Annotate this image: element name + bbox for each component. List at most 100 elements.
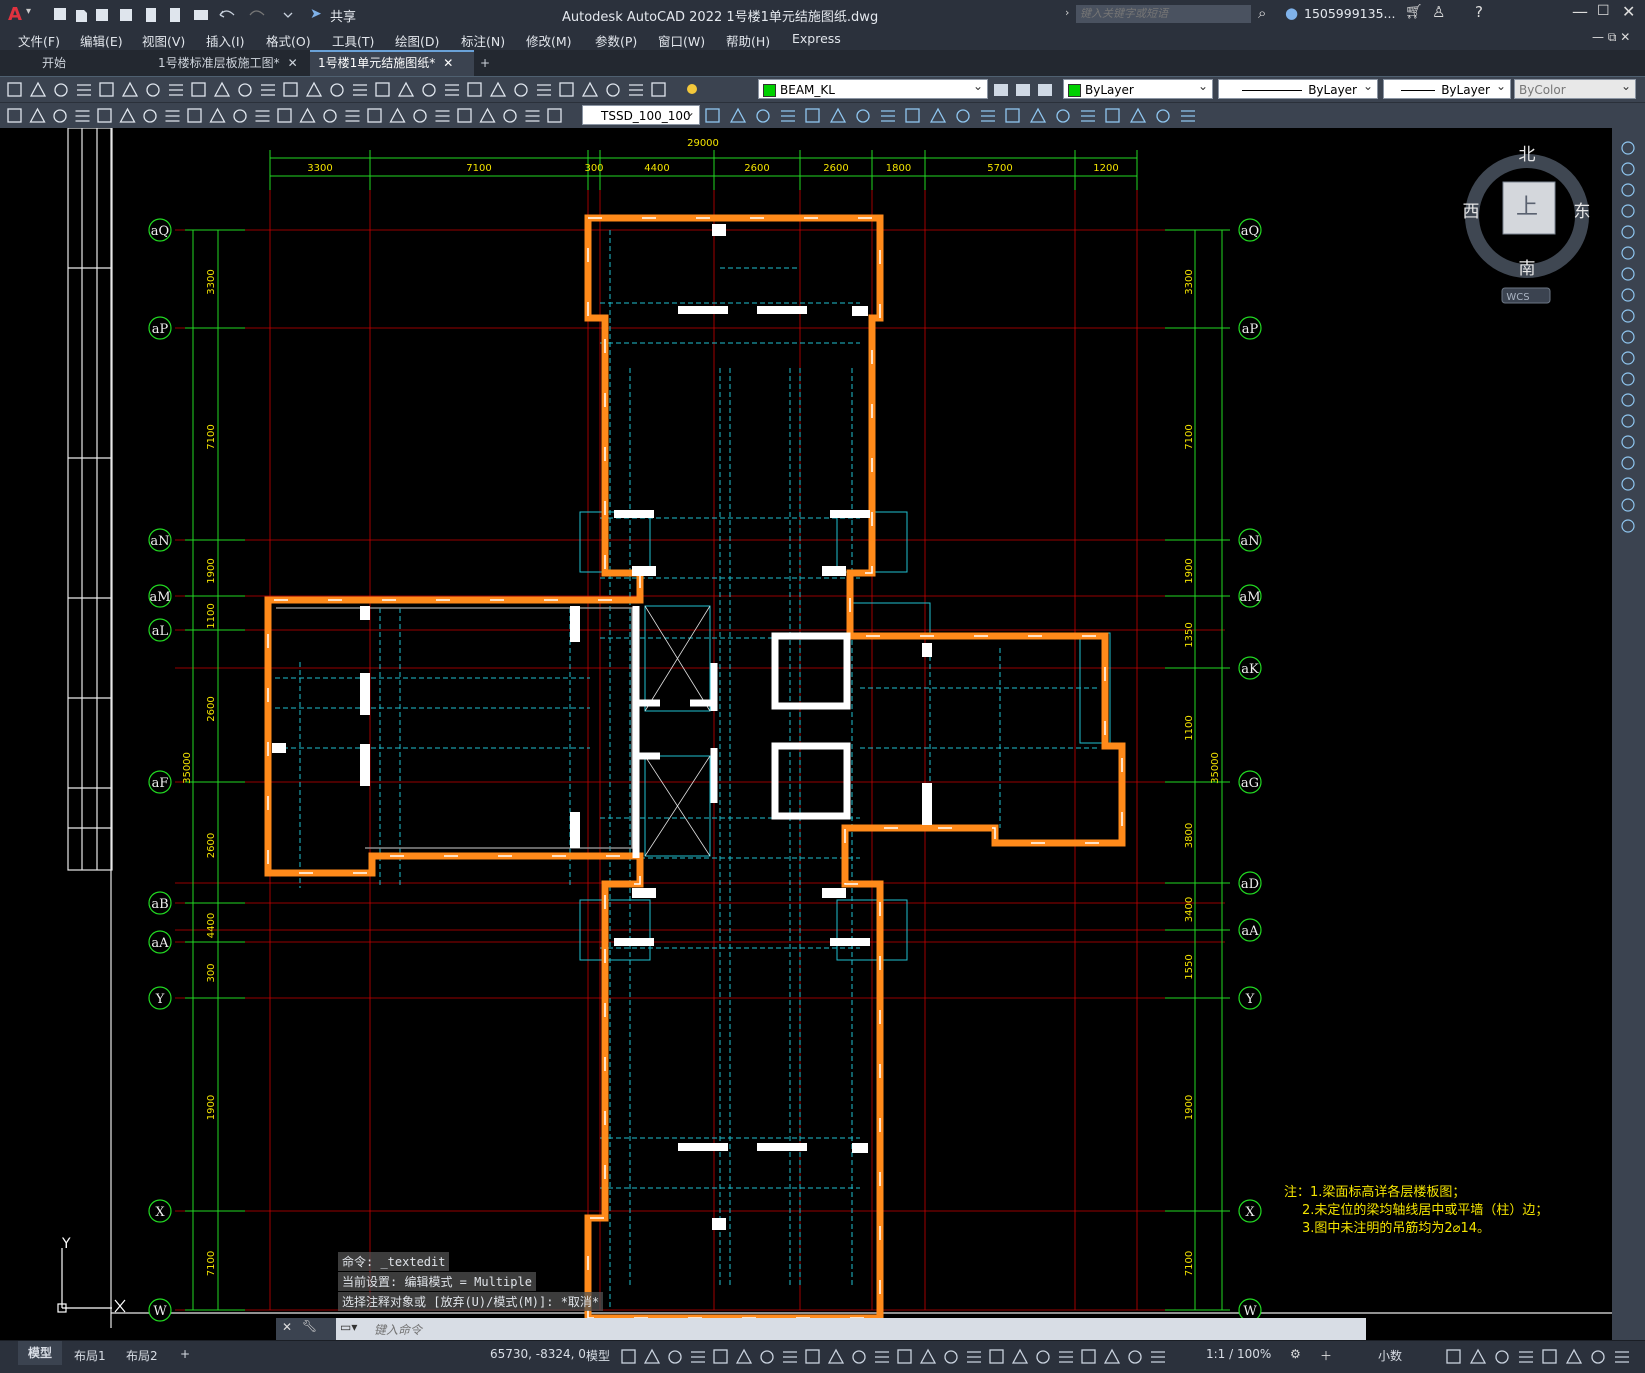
menu-edit[interactable]: 编辑(E)	[80, 31, 123, 50]
viewcube-north[interactable]: 北	[1519, 145, 1536, 165]
cart-icon[interactable]: 🛒︎	[1405, 4, 1423, 20]
annotation-scale[interactable]: 1:1 / 100%	[1206, 1347, 1271, 1361]
viewcube-top-face[interactable]: 上	[1516, 195, 1538, 220]
doc-minimize-icon[interactable]: — ⧉ ✕	[1592, 30, 1630, 45]
model-space-toggle[interactable]: 模型	[586, 1347, 610, 1364]
quick-access-toolbar[interactable]	[50, 6, 300, 24]
command-history-line: 选择注释对象或 [放弃(U)/模式(M)]: *取消*	[338, 1292, 604, 1311]
close-icon[interactable]: ✕	[1622, 2, 1635, 21]
color-swatch	[1068, 84, 1081, 97]
axis-label-left: aQ	[151, 224, 169, 239]
status-tools-icons[interactable]	[1445, 1347, 1645, 1367]
command-close-icon[interactable]: ✕	[282, 1320, 292, 1334]
app-menu-chevron-icon[interactable]: ▾	[26, 6, 31, 17]
maximize-icon[interactable]: ☐	[1597, 3, 1610, 19]
menu-modify[interactable]: 修改(M)	[526, 31, 572, 50]
axis-label-left: aF	[152, 776, 169, 791]
user-account-button[interactable]: 1505999135...	[1304, 6, 1395, 21]
dim-label-left: 300	[206, 963, 217, 982]
command-customize-icon[interactable]: 🔧︎	[302, 1319, 317, 1333]
menu-dimension[interactable]: 标注(N)	[461, 31, 505, 50]
help-search-input[interactable]	[1076, 5, 1251, 23]
drawing-canvas[interactable]: aQ aP aN aM aL aF aB aA Y X WaQ aP aN aM aK aG aD aA Y X W 2…	[0, 128, 1612, 1340]
menu-tools[interactable]: 工具(T)	[332, 31, 374, 50]
dim-label-left: 1900	[206, 1095, 217, 1120]
menu-parametric[interactable]: 参数(P)	[595, 31, 637, 50]
layer-dropdown[interactable]: BEAM_KL	[758, 76, 988, 99]
search-chevron-icon[interactable]: ›	[1065, 6, 1069, 19]
dimstyle-dropdown[interactable]: TSSD_100_100	[582, 102, 700, 125]
menu-help[interactable]: 帮助(H)	[726, 31, 770, 50]
settings-gear-icon[interactable]: ⚙	[1290, 1347, 1301, 1361]
dim-label-right: 1900	[1184, 1095, 1195, 1120]
menu-file[interactable]: 文件(F)	[18, 31, 60, 50]
layout-tab-1[interactable]: 布局1	[74, 1347, 106, 1364]
wcs-label[interactable]: WCS	[1506, 292, 1529, 303]
menu-view[interactable]: 视图(V)	[142, 31, 185, 50]
tab-drawing-1[interactable]: 1号楼标准层板施工图* ✕	[150, 52, 314, 74]
autodesk-app-icon[interactable]: ♙	[1432, 3, 1445, 21]
new-tab-icon[interactable]: +	[472, 52, 498, 74]
menu-window[interactable]: 窗口(W)	[658, 31, 705, 50]
standard-toolbar: BEAM_KL ByLayer ByLayer ByLayer ByColor	[0, 76, 1645, 103]
color-dropdown[interactable]: ByLayer	[1063, 76, 1213, 99]
axis-label-left: aN	[150, 534, 169, 549]
drafting-aids-icons[interactable]	[620, 1347, 1180, 1367]
dim-label-left: 2600	[206, 696, 217, 721]
tab-close-icon[interactable]: ✕	[288, 56, 298, 70]
ucs-icon	[57, 1248, 126, 1313]
dimension-toolbar-icons[interactable]	[6, 106, 581, 126]
axis-label-right: Y	[1245, 992, 1255, 1007]
lineweight-dropdown-value: ByLayer	[1441, 83, 1490, 97]
help-icon[interactable]: ?	[1475, 3, 1483, 21]
menu-format[interactable]: 格式(O)	[266, 31, 311, 50]
menu-insert[interactable]: 插入(I)	[206, 31, 244, 50]
minimize-icon[interactable]: —	[1572, 2, 1588, 21]
coordinates-readout[interactable]: 65730, -8324, 0	[490, 1347, 586, 1361]
lineweight-dropdown[interactable]: ByLayer	[1383, 76, 1511, 99]
menu-draw[interactable]: 绘图(D)	[395, 31, 439, 50]
dim-label-right: 1900	[1184, 558, 1195, 583]
layout-tab-2[interactable]: 布局2	[126, 1347, 158, 1364]
plus-icon[interactable]: ＋	[1320, 1347, 1332, 1364]
user-icon: ●	[1285, 4, 1299, 22]
document-tabs: 开始 1号楼标准层板施工图* ✕ 1号楼1单元结施图纸* ✕ +	[0, 50, 1645, 77]
axis-label-right: aA	[1241, 924, 1259, 939]
add-layout-icon[interactable]: +	[180, 1347, 190, 1361]
dim-label-right: 3300	[1184, 269, 1195, 294]
modify-toolbar-icons[interactable]	[704, 106, 1224, 126]
tab-close-icon[interactable]: ✕	[443, 56, 453, 70]
axis-label-left: aM	[149, 590, 170, 605]
viewcube-east[interactable]: 东	[1574, 202, 1591, 222]
note-line-3: 3.图中未注明的吊筋均为2⌀14。	[1302, 1220, 1490, 1236]
standard-toolbar-icons[interactable]	[6, 80, 686, 100]
dim-label-right: 1550	[1184, 954, 1195, 979]
linetype-dropdown[interactable]: ByLayer	[1218, 76, 1378, 99]
viewcube-west[interactable]: 西	[1463, 202, 1480, 222]
tab-start[interactable]: 开始	[26, 52, 150, 74]
dim-label-left: 1900	[206, 558, 217, 583]
search-icon[interactable]: ⌕	[1258, 4, 1266, 22]
tab-label: 开始	[42, 56, 67, 70]
axis-label-right: X	[1245, 1205, 1255, 1220]
modify-tools-icons[interactable]	[1612, 136, 1645, 536]
plotstyle-dropdown[interactable]: ByColor	[1514, 76, 1636, 99]
structural-plan-drawing[interactable]: aQ aP aN aM aL aF aB aA Y X WaQ aP aN aM aK aG aD aA Y X W 2…	[0, 128, 1612, 1340]
command-history-line: 当前设置: 编辑模式 = Multiple	[338, 1272, 536, 1291]
units-readout[interactable]: 小数	[1378, 1347, 1402, 1364]
viewcube-south[interactable]: 南	[1519, 259, 1536, 279]
menu-express[interactable]: Express	[792, 31, 841, 46]
dim-label-right: 3400	[1184, 897, 1195, 922]
status-bar: 模型 布局1 布局2 + 65730, -8324, 0 模型 1:1 / 10…	[0, 1340, 1645, 1373]
layer-state-icon[interactable]	[684, 81, 704, 97]
window-title: Autodesk AutoCAD 2022 1号楼1单元结施图纸.dwg	[562, 10, 879, 25]
layout-tab-model[interactable]: 模型	[18, 1341, 63, 1365]
command-input[interactable]	[372, 1319, 1356, 1341]
tab-drawing-2[interactable]: 1号楼1单元结施图纸* ✕	[310, 50, 474, 76]
dim-label-top: 2600	[823, 163, 848, 174]
layer-tools-icons[interactable]	[990, 80, 1060, 100]
share-button[interactable]: 共享	[330, 6, 356, 25]
axis-label-right: aQ	[1241, 224, 1259, 239]
dim-label-left: 2600	[206, 833, 217, 858]
command-prompt-icon[interactable]: ▭▾	[340, 1320, 357, 1334]
